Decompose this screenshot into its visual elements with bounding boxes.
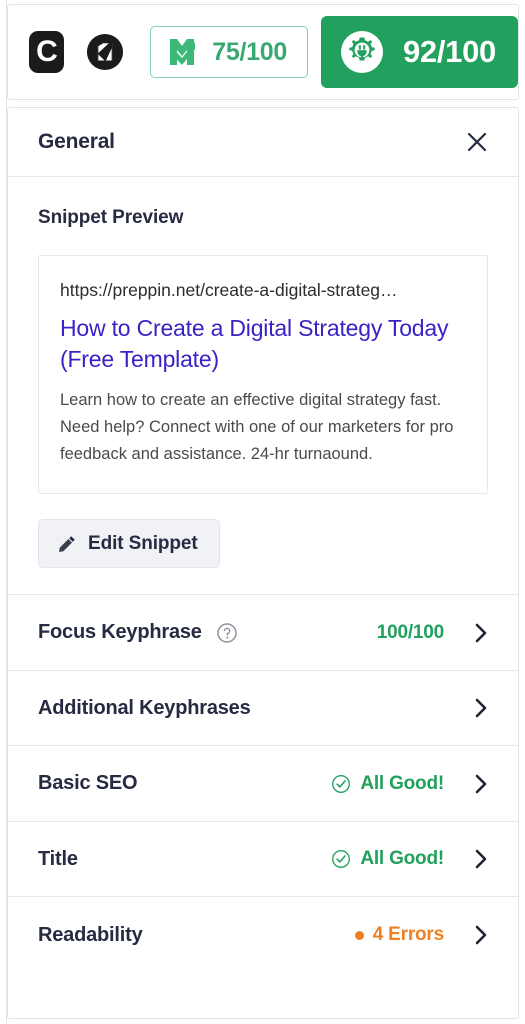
row-label: Basic SEO [38, 772, 138, 795]
clearscope-logo-icon[interactable]: C [29, 31, 65, 73]
status-badge: 100/100 [376, 621, 444, 643]
chevron-right-icon[interactable] [470, 924, 492, 946]
close-icon[interactable] [462, 127, 492, 157]
seo-checks-list: Focus Keyphrase 100/100 Additional Keyph… [8, 595, 518, 973]
panel-header: General [8, 108, 518, 177]
edit-snippet-button[interactable]: Edit Snippet [38, 519, 220, 569]
aioseo-score-badge[interactable]: 92/100 [320, 16, 518, 88]
row-label: Title [38, 847, 78, 870]
snippet-description: Learn how to create an effective digital… [60, 390, 454, 463]
snippet-title-link[interactable]: How to Create a Digital Strategy Today (… [60, 313, 466, 376]
status-badge: 4 Errors [372, 924, 444, 946]
snippet-url: https://preppin.net/create-a-digital-str… [60, 280, 398, 300]
row-readability[interactable]: Readability 4 Errors [8, 897, 518, 973]
page-title: General [38, 130, 115, 153]
monsterinsights-score-value: 75/100 [212, 37, 287, 66]
row-title[interactable]: Title All Good! [8, 822, 518, 898]
chevron-right-icon[interactable] [470, 848, 492, 870]
brand-circle-logo-icon[interactable] [86, 33, 124, 71]
snippet-preview-section: Snippet Preview https://preppin.net/crea… [8, 177, 518, 596]
error-dot-icon [354, 930, 364, 940]
check-circle-icon [332, 850, 351, 869]
check-circle-icon [332, 774, 351, 793]
seo-sidebar-panel: C 75/100 92/100 General Snippet Preview … [0, 0, 525, 1024]
row-status: All Good! [331, 848, 444, 870]
monsterinsights-m-icon [170, 39, 196, 65]
aioseo-gear-plug-icon [340, 31, 383, 73]
general-panel: General Snippet Preview https://preppin.… [7, 107, 519, 1019]
snippet-preview-box: https://preppin.net/create-a-digital-str… [38, 255, 488, 495]
row-basic-seo[interactable]: Basic SEO All Good! [8, 746, 518, 822]
help-circle-icon[interactable] [216, 622, 238, 644]
pencil-icon [59, 536, 75, 552]
edit-snippet-label: Edit Snippet [88, 532, 198, 554]
chevron-right-icon[interactable] [470, 622, 492, 644]
chevron-right-icon[interactable] [470, 773, 492, 795]
aioseo-score-value: 92/100 [402, 34, 496, 69]
clearscope-logo-letter: C [36, 35, 58, 68]
row-status: 4 Errors [354, 924, 444, 946]
row-label: Additional Keyphrases [38, 696, 251, 719]
status-badge: All Good! [360, 772, 444, 794]
row-status: 100/100 [377, 622, 444, 644]
row-additional-keyphrases[interactable]: Additional Keyphrases [8, 671, 518, 747]
row-label: Focus Keyphrase [38, 621, 202, 644]
monsterinsights-score-badge[interactable]: 75/100 [150, 26, 308, 78]
snippet-preview-heading: Snippet Preview [38, 207, 184, 228]
status-badge: All Good! [360, 848, 444, 870]
row-label: Readability [38, 923, 143, 946]
row-status: All Good! [331, 773, 444, 795]
row-focus-keyphrase[interactable]: Focus Keyphrase 100/100 [8, 595, 518, 671]
score-toolbar: C 75/100 92/100 [7, 4, 519, 100]
chevron-right-icon[interactable] [470, 697, 492, 719]
